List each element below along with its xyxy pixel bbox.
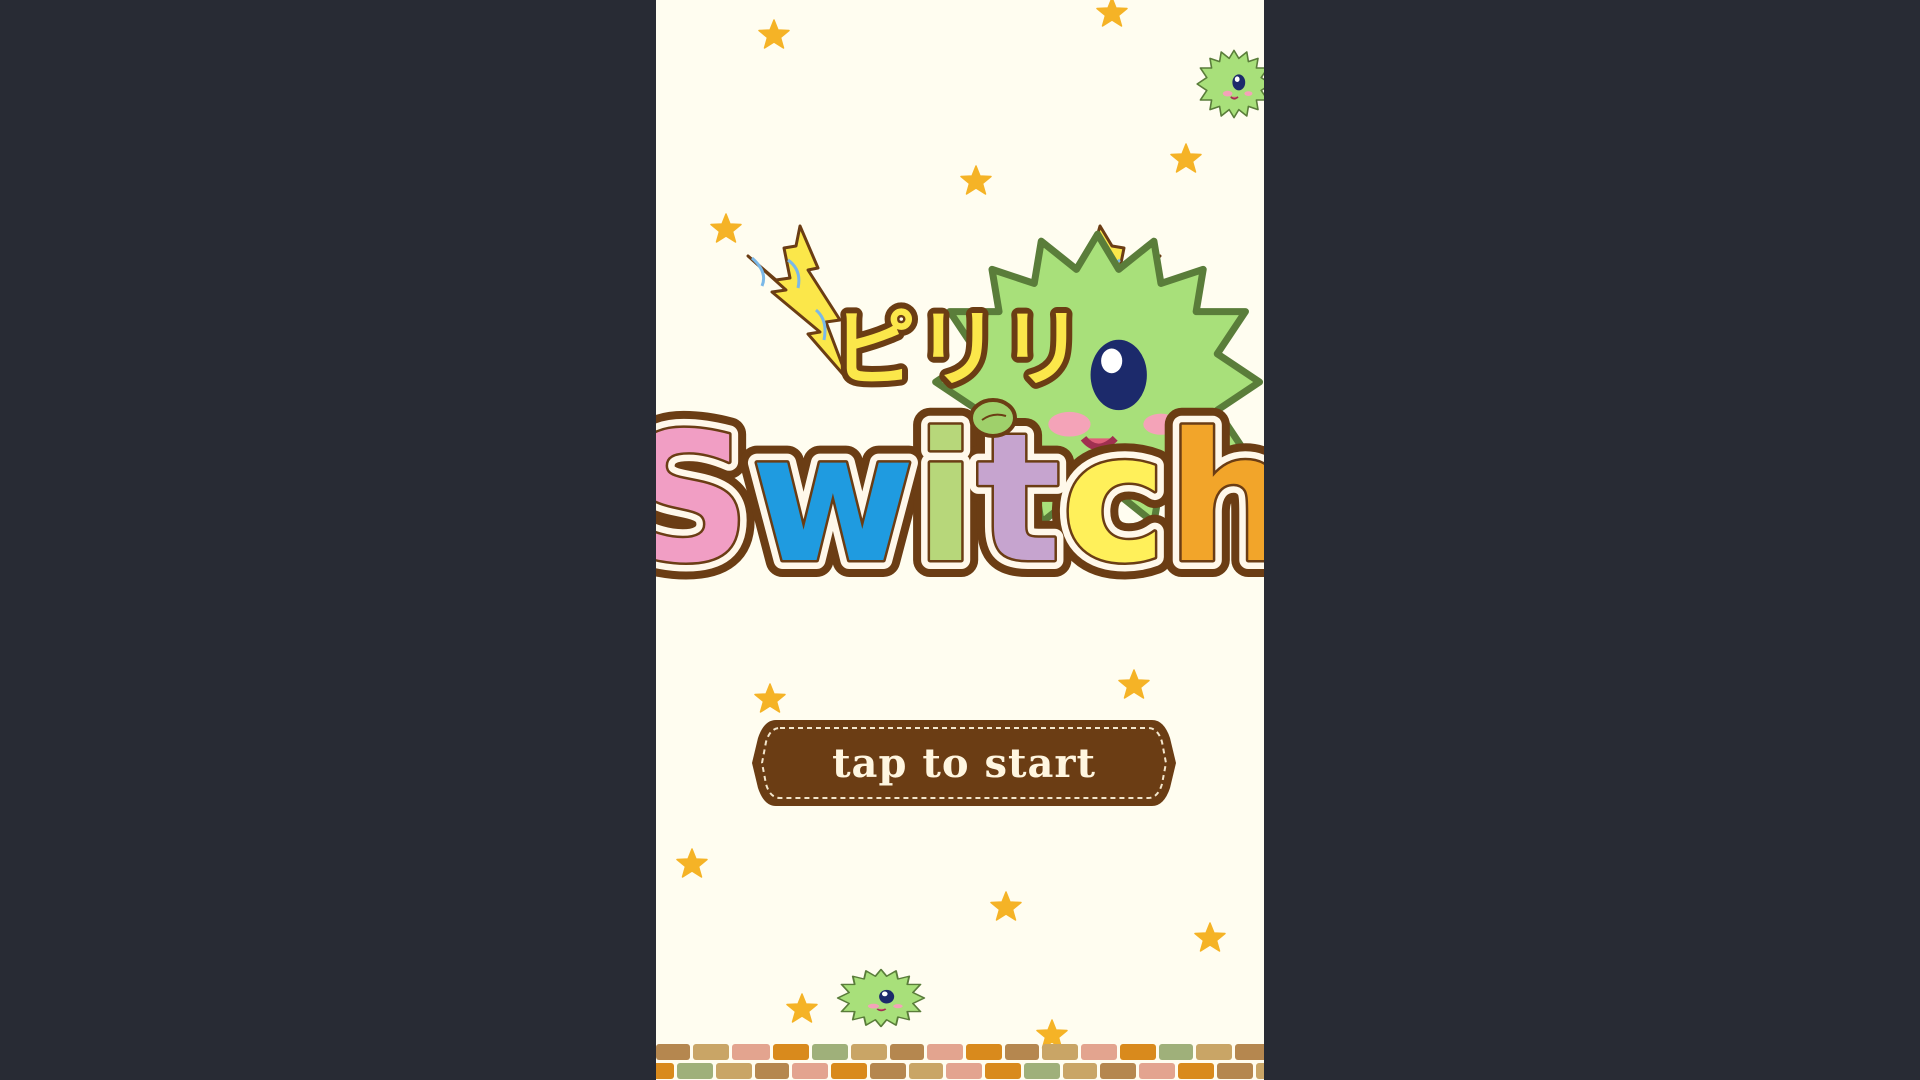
brick-floor bbox=[656, 1044, 1264, 1080]
star-icon bbox=[676, 847, 708, 879]
title-letter: S bbox=[656, 395, 751, 602]
floor-brick bbox=[693, 1044, 729, 1060]
title-letter: w bbox=[751, 395, 915, 602]
floor-brick bbox=[716, 1063, 752, 1079]
fuzzball-creature-icon bbox=[1194, 38, 1264, 130]
title-katakana: ピリリ bbox=[832, 300, 1084, 398]
floor-brick bbox=[831, 1063, 867, 1079]
floor-brick bbox=[890, 1044, 924, 1060]
floor-brick bbox=[1235, 1044, 1264, 1060]
floor-brick bbox=[1159, 1044, 1193, 1060]
svg-text:Switch: Switch bbox=[656, 395, 1264, 602]
floor-brick bbox=[870, 1063, 906, 1079]
star-icon bbox=[960, 164, 992, 196]
floor-brick bbox=[1120, 1044, 1156, 1060]
floor-brick bbox=[1081, 1044, 1117, 1060]
floor-brick bbox=[946, 1063, 982, 1079]
fuzzball-creature-icon bbox=[834, 964, 928, 1032]
star-icon bbox=[758, 18, 790, 50]
title-letter: h bbox=[1167, 395, 1264, 602]
floor-brick bbox=[812, 1044, 848, 1060]
floor-brick bbox=[755, 1063, 789, 1079]
start-button-label: tap to start bbox=[832, 739, 1096, 787]
floor-brick bbox=[1042, 1044, 1078, 1060]
game-title-logo: ピリリ Switch Switch Switch bbox=[656, 200, 1264, 640]
floor-brick bbox=[851, 1044, 887, 1060]
star-icon bbox=[754, 682, 786, 714]
floor-brick bbox=[1178, 1063, 1214, 1079]
floor-brick bbox=[656, 1044, 690, 1060]
title-word-switch: Switch Switch Switch bbox=[656, 378, 1264, 619]
star-icon bbox=[1194, 921, 1226, 953]
floor-brick bbox=[909, 1063, 943, 1079]
floor-brick bbox=[1139, 1063, 1175, 1079]
floor-brick bbox=[966, 1044, 1002, 1060]
floor-brick bbox=[927, 1044, 963, 1060]
floor-brick bbox=[656, 1063, 674, 1079]
floor-brick bbox=[1217, 1063, 1253, 1079]
star-icon bbox=[1170, 142, 1202, 174]
floor-brick bbox=[1196, 1044, 1232, 1060]
title-letter: c bbox=[1061, 395, 1167, 602]
floor-brick bbox=[1256, 1063, 1264, 1079]
leaf-icon bbox=[969, 398, 1017, 438]
star-icon bbox=[786, 992, 818, 1024]
floor-brick bbox=[1005, 1044, 1039, 1060]
floor-brick bbox=[1100, 1063, 1136, 1079]
star-icon bbox=[1096, 0, 1128, 28]
title-letter: i bbox=[915, 395, 976, 602]
floor-brick bbox=[732, 1044, 770, 1060]
floor-brick bbox=[1024, 1063, 1060, 1079]
floor-brick bbox=[773, 1044, 809, 1060]
floor-brick bbox=[985, 1063, 1021, 1079]
star-icon bbox=[990, 890, 1022, 922]
floor-brick bbox=[792, 1063, 828, 1079]
tap-to-start-button[interactable]: tap to start bbox=[752, 718, 1176, 808]
game-stage[interactable]: ピリリ Switch Switch Switch tap to start bbox=[656, 0, 1264, 1080]
floor-brick bbox=[1063, 1063, 1097, 1079]
floor-brick bbox=[677, 1063, 713, 1079]
star-icon bbox=[1118, 668, 1150, 700]
